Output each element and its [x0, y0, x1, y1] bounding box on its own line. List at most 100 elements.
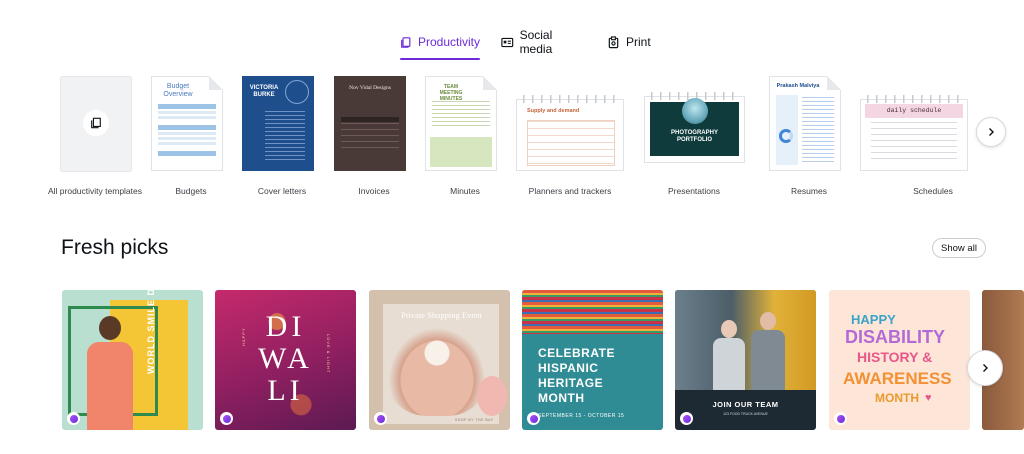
category-label: Presentations — [668, 186, 720, 196]
minutes-table — [430, 137, 492, 167]
person-left — [713, 320, 745, 390]
template-card-diwali[interactable]: DI WA LI HAPPY LOVE & LIGHT — [215, 290, 356, 430]
diwali-line-3: LI — [267, 374, 304, 407]
heritage-line-4: MONTH — [538, 391, 585, 405]
schedule-thumbnail: daily schedule — [860, 95, 968, 171]
stack-icon — [91, 117, 101, 129]
diwali-line-2: WA — [258, 342, 313, 375]
pink-shape — [477, 376, 507, 416]
print-icon — [608, 35, 619, 48]
disability-line-4: AWARENESS — [843, 369, 952, 388]
disability-line-1: HAPPY — [851, 312, 896, 327]
resume-lines — [802, 97, 834, 163]
crown-icon — [222, 414, 231, 423]
person-right — [751, 312, 785, 390]
template-card-join-our-team[interactable]: JOIN OUR TEAM 123 FOOD TRUCK AVENUE — [675, 290, 816, 430]
card-small-text: 123 FOOD TRUCK AVENUE — [723, 412, 768, 416]
tab-social-media[interactable]: Social media — [501, 28, 586, 56]
show-all-button[interactable]: Show all — [932, 238, 986, 258]
binder-rings — [867, 95, 961, 103]
premium-badge — [527, 412, 540, 425]
thumb-title: VICTORIA BURKE — [249, 85, 279, 98]
premium-badge — [374, 412, 387, 425]
template-type-tabs: Productivity Social media Print — [0, 28, 1024, 60]
category-label: Minutes — [450, 186, 480, 196]
serape-stripes — [522, 290, 663, 334]
thumb-title: PHOTOGRAPHY PORTFOLIO — [671, 130, 718, 143]
stack-icon-circle — [83, 110, 109, 136]
diwali-line-1: DI — [265, 310, 306, 343]
categories-next-button[interactable] — [976, 117, 1006, 147]
crown-icon — [836, 414, 845, 423]
disability-line-2: DISABILITY — [845, 327, 946, 347]
card-side-text-left: HAPPY — [241, 327, 246, 346]
disability-line-3: HISTORY & — [857, 349, 933, 365]
cover-letters-thumbnail: VICTORIA BURKE — [242, 76, 314, 171]
planner-thumbnail: Supply and demand — [516, 95, 624, 171]
heart-icon: ♥ — [925, 392, 932, 404]
template-card-hispanic-heritage[interactable]: CELEBRATE HISPANIC HERITAGE MONTH SEPTEM… — [522, 290, 663, 430]
tab-print[interactable]: Print — [607, 28, 651, 56]
minutes-lines — [432, 101, 490, 129]
thumb-title: Supply and demand — [527, 108, 580, 114]
tab-productivity[interactable]: Productivity — [400, 28, 480, 60]
thumb-title: Prakash Malviya — [776, 83, 820, 89]
food-truck-photo — [675, 290, 816, 390]
binder-rings — [523, 95, 617, 103]
template-card-disability-awareness[interactable]: HAPPY DISABILITY HISTORY & AWARENESS MON… — [829, 290, 970, 430]
card-small-text: SHOP BY THE BAY — [455, 418, 494, 422]
thumb-title: Budget Overview — [163, 83, 193, 98]
premium-badge — [834, 412, 847, 425]
tab-label: Social media — [519, 28, 553, 56]
tab-label: Productivity — [417, 35, 480, 49]
page-fold — [483, 76, 497, 90]
crown-icon — [529, 414, 538, 423]
section-title: Fresh picks — [61, 236, 169, 259]
hands-photo — [387, 326, 487, 416]
premium-badge — [220, 412, 233, 425]
resumes-thumbnail: Prakash Malviya — [769, 76, 841, 171]
slide: PHOTOGRAPHY PORTFOLIO — [650, 98, 739, 156]
presentation-thumbnail: PHOTOGRAPHY PORTFOLIO — [644, 92, 745, 163]
template-card-private-shopping[interactable]: Private Shopping Event SHOP BY THE BAY — [369, 290, 510, 430]
heritage-line-3: HERITAGE — [538, 376, 604, 390]
budget-table — [158, 104, 216, 160]
crown-icon — [69, 414, 78, 423]
budgets-thumbnail: Budget Overview — [151, 76, 223, 171]
tab-label: Print — [626, 35, 651, 49]
card-vertical-text: WORLD SMILE DAY — [146, 290, 156, 374]
line-art — [285, 80, 309, 104]
person-figure — [87, 316, 133, 430]
social-feed-icon — [501, 37, 514, 47]
letter-body — [265, 111, 305, 161]
chevron-right-icon — [983, 364, 988, 372]
card-title: JOIN OUR TEAM — [712, 400, 779, 409]
page-fold — [209, 76, 223, 90]
chevron-right-icon — [989, 128, 994, 136]
all-templates-thumbnail — [60, 76, 132, 172]
document-stack-icon — [401, 36, 411, 48]
disability-line-5: MONTH — [875, 391, 919, 405]
category-label: Planners and trackers — [528, 186, 612, 196]
card-title: Private Shopping Event — [401, 310, 482, 320]
heritage-line-1: CELEBRATE — [538, 346, 615, 360]
thumb-title: TEAM MEETING MINUTES — [439, 84, 463, 102]
fresh-picks-next-button[interactable] — [967, 350, 1003, 386]
heritage-line-2: HISPANIC — [538, 361, 599, 375]
card-small-text: SEPTEMBER 15 - OCTOBER 15 — [538, 413, 625, 419]
crown-icon — [376, 414, 385, 423]
resume-chart — [779, 129, 793, 143]
thumb-title: daily schedule — [886, 107, 942, 114]
premium-badge — [67, 412, 80, 425]
schedule-grid — [871, 122, 957, 164]
category-label: Resumes — [791, 186, 827, 196]
category-label: Schedules — [913, 186, 953, 196]
crown-icon — [682, 414, 691, 423]
thumb-title: Nov Vidal Designs — [349, 85, 391, 91]
page-fold — [827, 76, 841, 90]
premium-badge — [680, 412, 693, 425]
template-card-world-smile-day[interactable]: WORLD SMILE DAY — [62, 290, 203, 430]
planner-grid — [527, 120, 615, 166]
card-side-text-right: LOVE & LIGHT — [326, 334, 331, 374]
minutes-thumbnail: TEAM MEETING MINUTES — [425, 76, 497, 171]
